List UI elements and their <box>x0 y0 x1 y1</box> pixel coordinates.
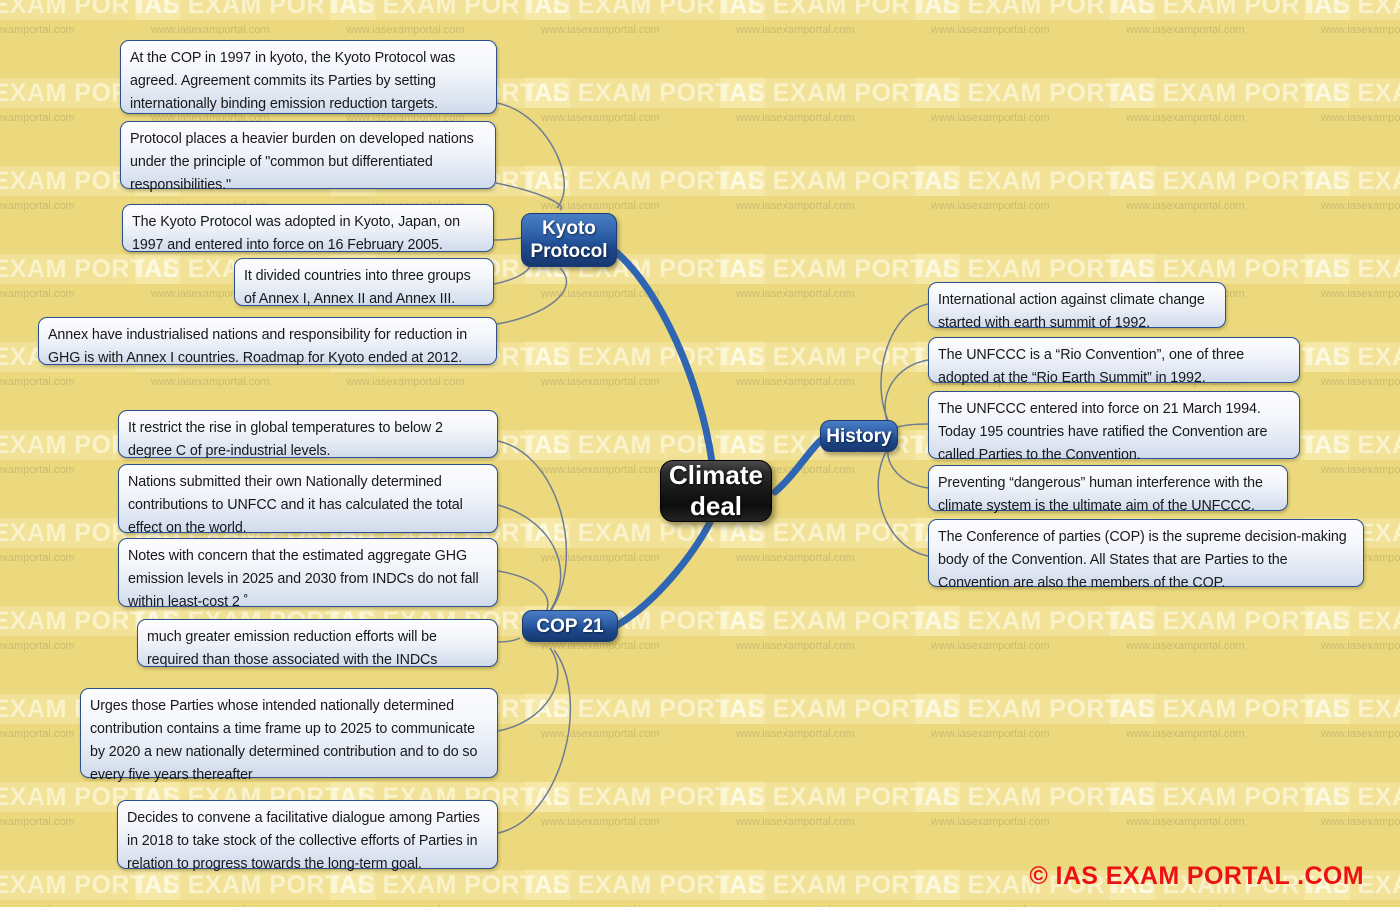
branch-label-kyoto-protocol[interactable]: Kyoto Protocol <box>521 213 617 267</box>
list-item[interactable]: The UNFCCC entered into force on 21 Marc… <box>928 391 1300 463</box>
list-item[interactable]: It divided countries into three groups o… <box>234 258 494 307</box>
list-item[interactable]: The Conference of parties (COP) is the s… <box>928 519 1364 591</box>
list-item[interactable]: Nations submitted their own Nationally d… <box>118 464 498 536</box>
list-item[interactable]: The Kyoto Protocol was adopted in Kyoto,… <box>122 204 494 253</box>
center-node[interactable]: Climate deal <box>660 460 772 522</box>
list-item[interactable]: Annex have industrialised nations and re… <box>38 317 497 366</box>
list-item[interactable]: It restrict the rise in global temperatu… <box>118 410 498 459</box>
branch-label-history[interactable]: History <box>820 420 898 452</box>
list-item[interactable]: much greater emission reduction efforts … <box>137 619 498 668</box>
branch-label-line2: Protocol <box>530 241 608 262</box>
branch-label-text: History <box>826 425 892 447</box>
list-item[interactable]: International action against climate cha… <box>928 282 1226 331</box>
copyright-notice: © IAS EXAM PORTAL .COM <box>1029 862 1364 890</box>
list-item[interactable]: Urges those Parties whose intended natio… <box>80 688 498 783</box>
list-item[interactable]: Protocol places a heavier burden on deve… <box>120 121 496 193</box>
list-item[interactable]: Preventing “dangerous” human interferenc… <box>928 465 1288 514</box>
center-node-line2: deal <box>689 491 743 521</box>
branch-label-cop-21[interactable]: COP 21 <box>522 610 618 642</box>
list-item[interactable]: The UNFCCC is a “Rio Convention”, one of… <box>928 337 1300 386</box>
list-item[interactable]: At the COP in 1997 in kyoto, the Kyoto P… <box>120 40 497 114</box>
branch-label-text: COP 21 <box>536 615 604 637</box>
center-node-line1: Climate <box>669 460 763 490</box>
list-item[interactable]: Decides to convene a facilitative dialog… <box>117 800 498 872</box>
branch-label-line1: Kyoto <box>542 218 596 239</box>
list-item[interactable]: Notes with concern that the estimated ag… <box>118 538 498 610</box>
mindmap-canvas: IAS EXAM PORTALwww.iasexamportal.comIAS … <box>0 0 1400 907</box>
node-layer: At the COP in 1997 in kyoto, the Kyoto P… <box>0 0 1400 907</box>
